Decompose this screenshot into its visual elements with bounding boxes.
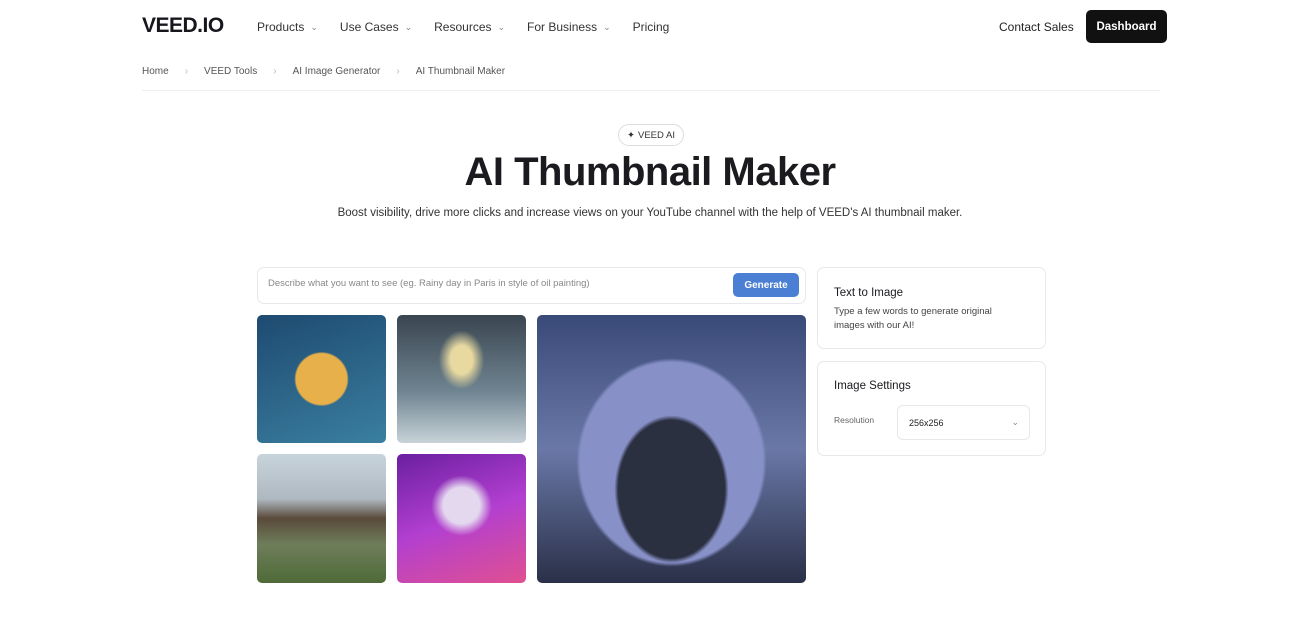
chevron-right-icon: › xyxy=(396,66,400,77)
gallery-image-fish[interactable] xyxy=(257,315,386,443)
main-nav: Products ⌄ Use Cases ⌄ Resources ⌄ For Busi… xyxy=(257,20,669,34)
image-settings-card: Image Settings Resolution 256x256 ⌄ xyxy=(817,361,1046,456)
nav-pricing[interactable]: Pricing xyxy=(633,20,670,34)
nav-label: Pricing xyxy=(632,20,670,34)
breadcrumb-ai-image-generator[interactable]: AI Image Generator xyxy=(293,66,381,77)
nav-label: Use Cases xyxy=(339,20,399,34)
prompt-bar: Generate xyxy=(257,267,806,304)
veed-logo[interactable]: VEED.IO xyxy=(142,14,224,38)
nav-use-cases[interactable]: Use Cases ⌄ xyxy=(340,20,412,34)
gallery-image-house[interactable] xyxy=(257,454,386,583)
nav-resources[interactable]: Resources ⌄ xyxy=(434,20,505,34)
nav-for-business[interactable]: For Business ⌄ xyxy=(527,20,611,34)
dashboard-button[interactable]: Dashboard xyxy=(1086,10,1167,43)
page-subtitle: Boost visibility, drive more clicks and … xyxy=(337,207,963,219)
resolution-select[interactable]: 256x256 ⌄ xyxy=(897,405,1030,440)
generate-button[interactable]: Generate xyxy=(733,273,799,297)
chevron-down-icon: ⌄ xyxy=(310,21,318,32)
breadcrumb-current: AI Thumbnail Maker xyxy=(415,66,506,77)
gallery-image-panda[interactable] xyxy=(397,454,526,583)
prompt-input[interactable] xyxy=(268,278,728,289)
text-to-image-card: Text to Image Type a few words to genera… xyxy=(817,267,1046,349)
chevron-right-icon: › xyxy=(184,66,189,77)
veed-ai-badge: ✦ VEED AI xyxy=(618,124,684,146)
chevron-down-icon: ⌄ xyxy=(404,21,413,32)
nav-products[interactable]: Products ⌄ xyxy=(257,20,318,34)
card-description: Type a few words to generate original im… xyxy=(834,306,992,331)
badge-label: VEED AI xyxy=(638,129,675,141)
chevron-down-icon: ⌄ xyxy=(603,21,611,32)
card-title: Image Settings xyxy=(834,380,911,392)
gallery-image-glass-dome[interactable] xyxy=(537,315,806,583)
chevron-down-icon: ⌄ xyxy=(497,21,506,32)
resolution-value: 256x256 xyxy=(909,418,944,428)
nav-label: Resources xyxy=(434,20,492,34)
sparkle-icon: ✦ xyxy=(627,129,635,141)
breadcrumb-home[interactable]: Home xyxy=(142,66,169,77)
nav-label: Products xyxy=(257,20,305,34)
chevron-right-icon: › xyxy=(273,66,277,77)
contact-sales-link[interactable]: Contact Sales xyxy=(999,20,1074,34)
breadcrumb-veed-tools[interactable]: VEED Tools xyxy=(204,66,257,77)
page-title: AI Thumbnail Maker xyxy=(464,150,836,194)
chevron-down-icon: ⌄ xyxy=(1011,417,1019,427)
gallery-image-warrior[interactable] xyxy=(397,315,526,443)
breadcrumb: Home › VEED Tools › AI Image Generator › AI… xyxy=(142,66,505,77)
nav-label: For Business xyxy=(527,20,598,34)
card-title: Text to Image xyxy=(834,287,904,299)
divider xyxy=(142,90,1160,91)
